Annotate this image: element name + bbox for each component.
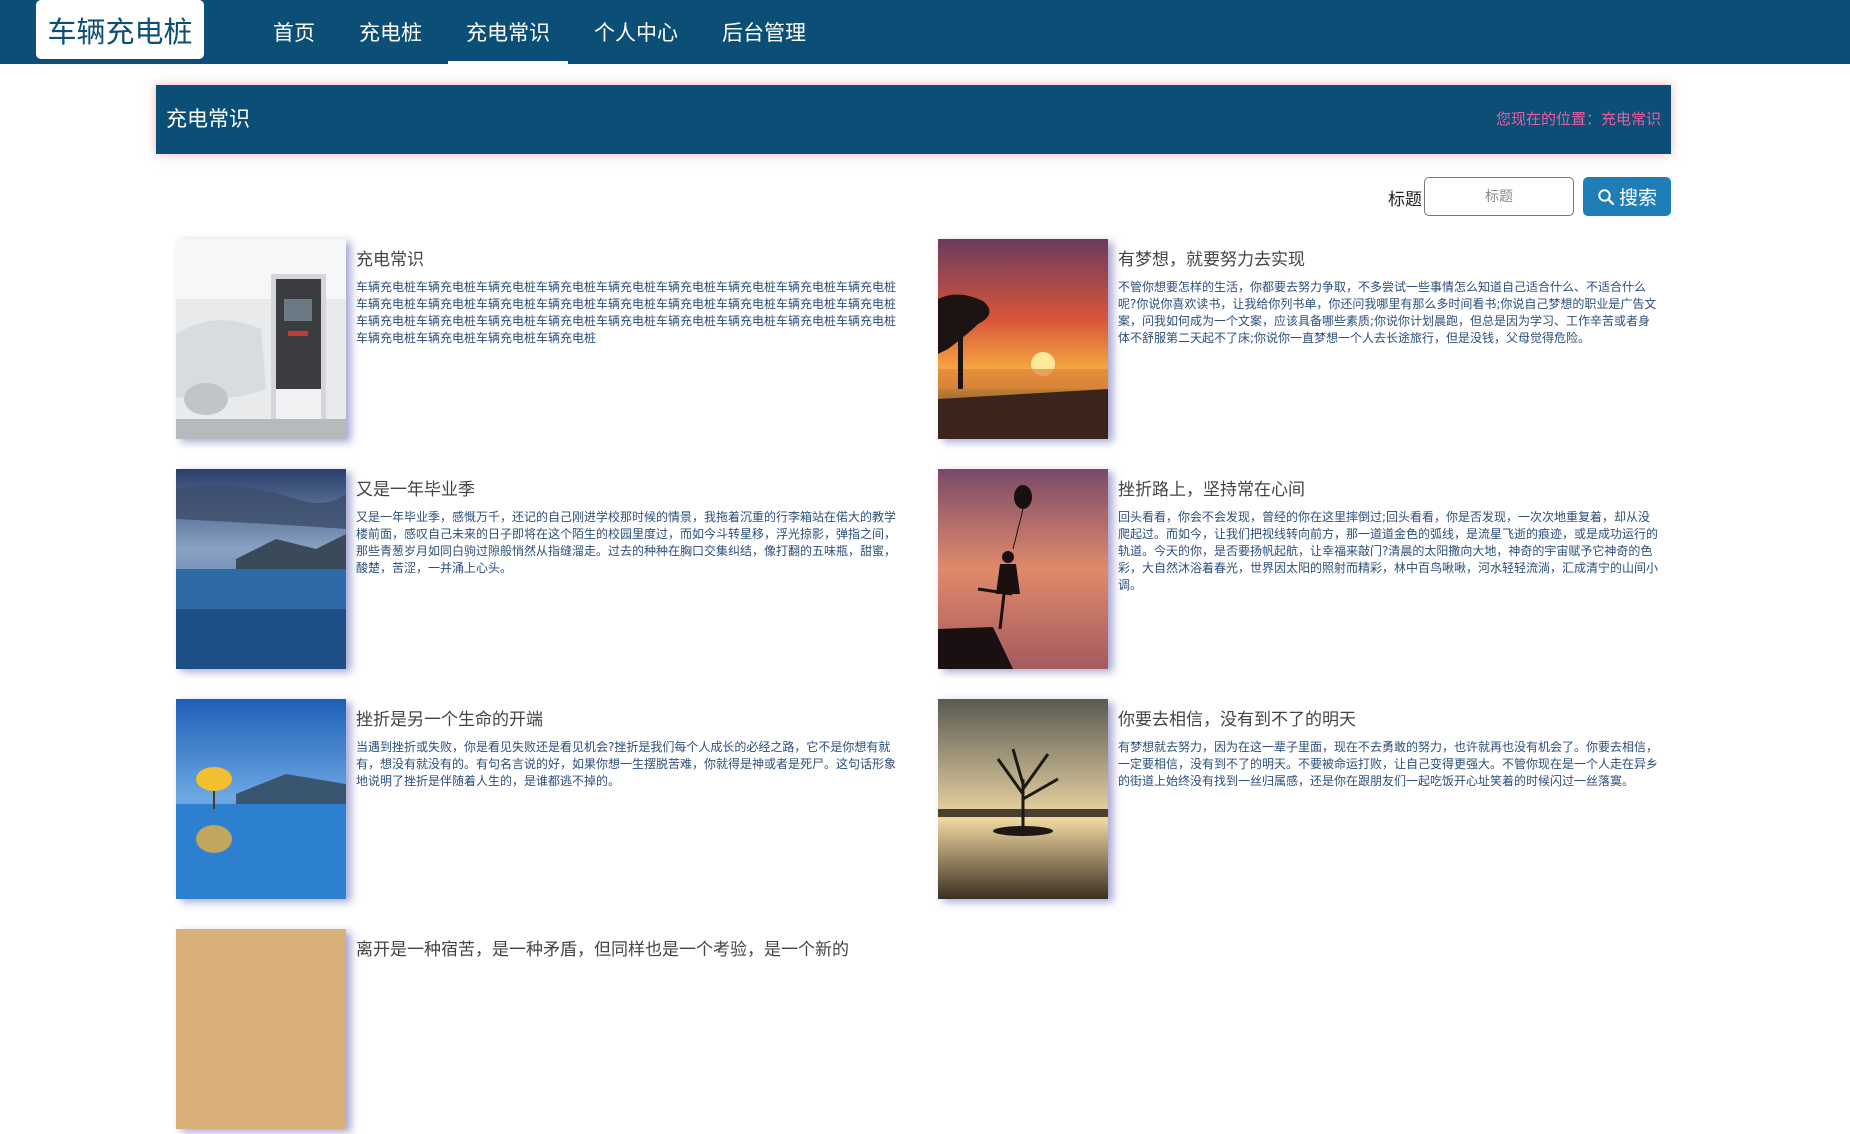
nav-home[interactable]: 首页 (255, 0, 333, 64)
search-button[interactable]: 搜索 (1583, 177, 1671, 216)
article-thumbnail[interactable] (938, 699, 1108, 899)
article-thumbnail[interactable] (176, 929, 346, 1129)
article-title[interactable]: 离开是一种宿苦，是一种矛盾，但同样也是一个考验，是一个新的 (356, 935, 849, 960)
nav-personal-center[interactable]: 个人中心 (576, 0, 696, 64)
article-summary: 车辆充电桩车辆充电桩车辆充电桩车辆充电桩车辆充电桩车辆充电桩车辆充电桩车辆充电桩… (356, 280, 897, 345)
page-banner: 充电常识 您现在的位置：充电常识 (156, 85, 1671, 154)
top-navbar: 车辆充电桩 首页 充电桩 充电常识 个人中心 后台管理 (0, 0, 1850, 64)
article-card[interactable]: 挫折是另一个生命的开端 当遇到挫折或失败，你是看见失败还是看见机会?挫折是我们每… (176, 699, 906, 904)
article-summary: 不管你想要怎样的生活，你都要去努力争取，不多尝试一些事情怎么知道自己适合什么、不… (1118, 280, 1657, 345)
article-card[interactable]: 充电常识 车辆充电桩车辆充电桩车辆充电桩车辆充电桩车辆充电桩车辆充电桩车辆充电桩… (176, 239, 906, 444)
article-title[interactable]: 你要去相信，没有到不了的明天 (1118, 705, 1356, 730)
nav-admin[interactable]: 后台管理 (704, 0, 824, 64)
article-title[interactable]: 有梦想，就要努力去实现 (1118, 245, 1305, 270)
main-nav: 首页 充电桩 充电常识 个人中心 后台管理 (255, 0, 832, 64)
article-card[interactable]: 你要去相信，没有到不了的明天 有梦想就去努力，因为在这一辈子里面，现在不去勇敢的… (938, 699, 1668, 904)
article-card[interactable]: 挫折路上，坚持常在心间 回头看看，你会不会发现，曾经的你在这里摔倒过;回头看看，… (938, 469, 1668, 674)
search-button-label: 搜索 (1618, 187, 1657, 209)
site-logo[interactable]: 车辆充电桩 (36, 0, 204, 59)
search-label: 标题 (1388, 190, 1422, 210)
breadcrumb: 您现在的位置：充电常识 (1495, 110, 1661, 128)
article-card[interactable]: 离开是一种宿苦，是一种矛盾，但同样也是一个考验，是一个新的 (176, 929, 906, 1134)
article-title[interactable]: 挫折路上，坚持常在心间 (1118, 475, 1305, 500)
article-thumbnail[interactable] (176, 469, 346, 669)
article-thumbnail[interactable] (938, 469, 1108, 669)
article-summary: 又是一年毕业季，感慨万千，还记的自己刚进学校那时候的情景，我拖着沉重的行李箱站在… (356, 510, 897, 575)
article-thumbnail[interactable] (176, 699, 346, 899)
article-title[interactable]: 挫折是另一个生命的开端 (356, 705, 543, 730)
article-summary: 有梦想就去努力，因为在这一辈子里面，现在不去勇敢的努力，也许就再也没有机会了。你… (1118, 740, 1659, 788)
article-card[interactable]: 有梦想，就要努力去实现 不管你想要怎样的生活，你都要去努力争取，不多尝试一些事情… (938, 239, 1668, 444)
article-title[interactable]: 又是一年毕业季 (356, 475, 475, 500)
search-icon (1598, 188, 1615, 205)
page-title: 充电常识 (166, 107, 250, 131)
article-thumbnail[interactable] (938, 239, 1108, 439)
title-search-input[interactable] (1424, 177, 1574, 216)
nav-charging-piles[interactable]: 充电桩 (341, 0, 440, 64)
article-summary: 回头看看，你会不会发现，曾经的你在这里摔倒过;回头看看，你是否发现，一次次地重复… (1118, 510, 1659, 592)
article-title[interactable]: 充电常识 (356, 245, 424, 270)
article-summary: 当遇到挫折或失败，你是看见失败还是看见机会?挫折是我们每个人成长的必经之路，它不… (356, 740, 897, 788)
article-thumbnail[interactable] (176, 239, 346, 439)
article-card[interactable]: 又是一年毕业季 又是一年毕业季，感慨万千，还记的自己刚进学校那时候的情景，我拖着… (176, 469, 906, 674)
nav-charging-knowledge[interactable]: 充电常识 (448, 0, 568, 64)
